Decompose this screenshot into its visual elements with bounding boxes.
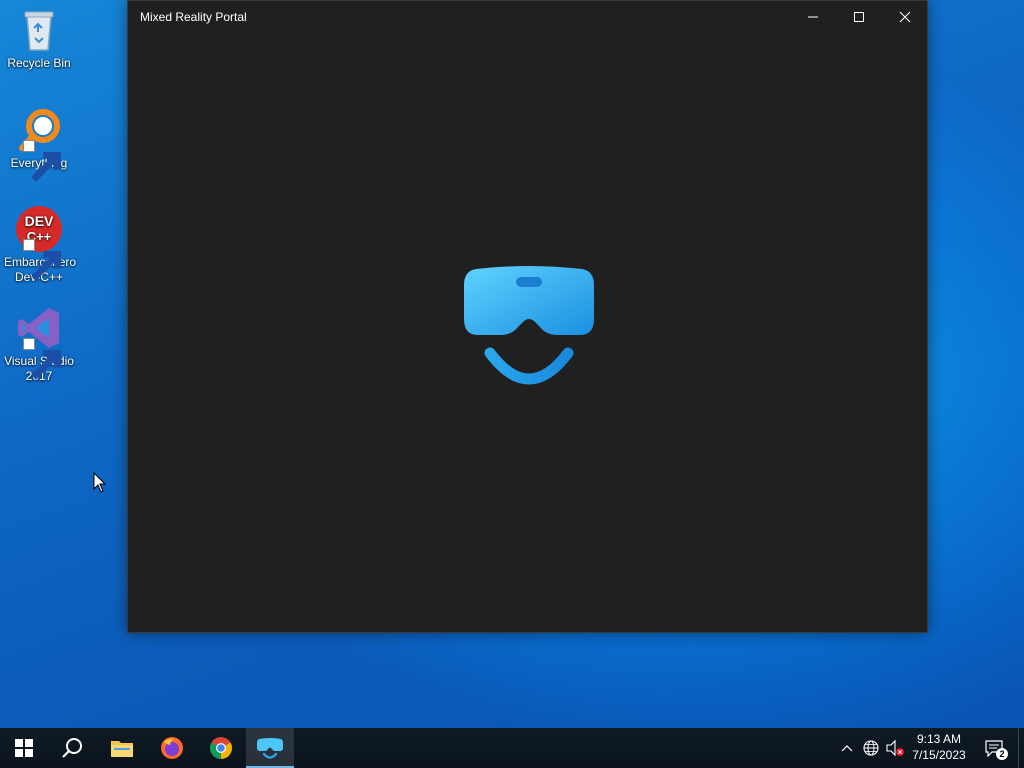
mixed-reality-headset-icon [464, 266, 594, 385]
headset-icon [257, 738, 283, 759]
file-explorer-button[interactable] [98, 728, 146, 768]
everything-search-icon [15, 106, 63, 182]
chevron-up-icon [841, 745, 853, 752]
chrome-button[interactable] [197, 728, 245, 768]
visual-studio-icon [15, 304, 63, 380]
desktop-icon-devcpp[interactable]: DEV C++ Embarcadero Dev-C++ [4, 205, 76, 285]
show-desktop-button[interactable] [1018, 728, 1024, 768]
network-globe-icon [863, 740, 879, 756]
mixed-reality-portal-taskbar-button[interactable] [246, 728, 294, 768]
desktop-icon-label: Recycle Bin [7, 56, 71, 70]
devcpp-icon: DEV C++ [15, 205, 63, 281]
mouse-cursor-icon [93, 472, 107, 493]
window-content [128, 33, 927, 632]
window-titlebar[interactable]: Mixed Reality Portal [128, 1, 927, 33]
minimize-button[interactable] [790, 1, 836, 33]
notification-count-badge: 2 [996, 748, 1008, 760]
chrome-icon [210, 737, 232, 759]
search-button[interactable] [48, 728, 96, 768]
search-icon [62, 738, 82, 758]
shortcut-arrow-icon [23, 338, 61, 380]
svg-text:DEV: DEV [25, 213, 54, 229]
clock-date: 7/15/2023 [912, 748, 966, 762]
shortcut-arrow-icon [23, 239, 61, 281]
close-icon [899, 11, 911, 23]
taskbar: 9:13 AM 7/15/2023 2 [0, 728, 1024, 768]
maximize-button[interactable] [836, 1, 882, 33]
taskbar-clock[interactable]: 9:13 AM 7/15/2023 [906, 731, 972, 765]
start-button[interactable] [0, 728, 48, 768]
volume-button[interactable] [884, 728, 906, 768]
window-title: Mixed Reality Portal [140, 10, 247, 24]
desktop-icon-everything[interactable]: Everything [4, 106, 74, 182]
network-button[interactable] [860, 728, 882, 768]
recycle-bin-icon [15, 6, 63, 54]
desktop-icon-recycle-bin[interactable]: Recycle Bin [4, 6, 74, 71]
desktop-icon-visual-studio[interactable]: Visual Studio 2017 [4, 304, 74, 384]
windows-logo-icon [15, 739, 33, 757]
volume-muted-icon [886, 739, 904, 757]
firefox-icon [161, 737, 183, 759]
close-button[interactable] [882, 1, 928, 33]
show-hidden-icons-button[interactable] [838, 728, 856, 768]
desktop: Recycle Bin Everything DEV C++ Embarcade… [0, 0, 1024, 768]
firefox-button[interactable] [148, 728, 196, 768]
minimize-icon [808, 16, 818, 18]
clock-time: 9:13 AM [916, 732, 962, 746]
shortcut-arrow-icon [23, 140, 61, 182]
mixed-reality-portal-window: Mixed Reality Portal [127, 0, 928, 633]
folder-icon [111, 741, 133, 757]
maximize-icon [854, 12, 864, 22]
